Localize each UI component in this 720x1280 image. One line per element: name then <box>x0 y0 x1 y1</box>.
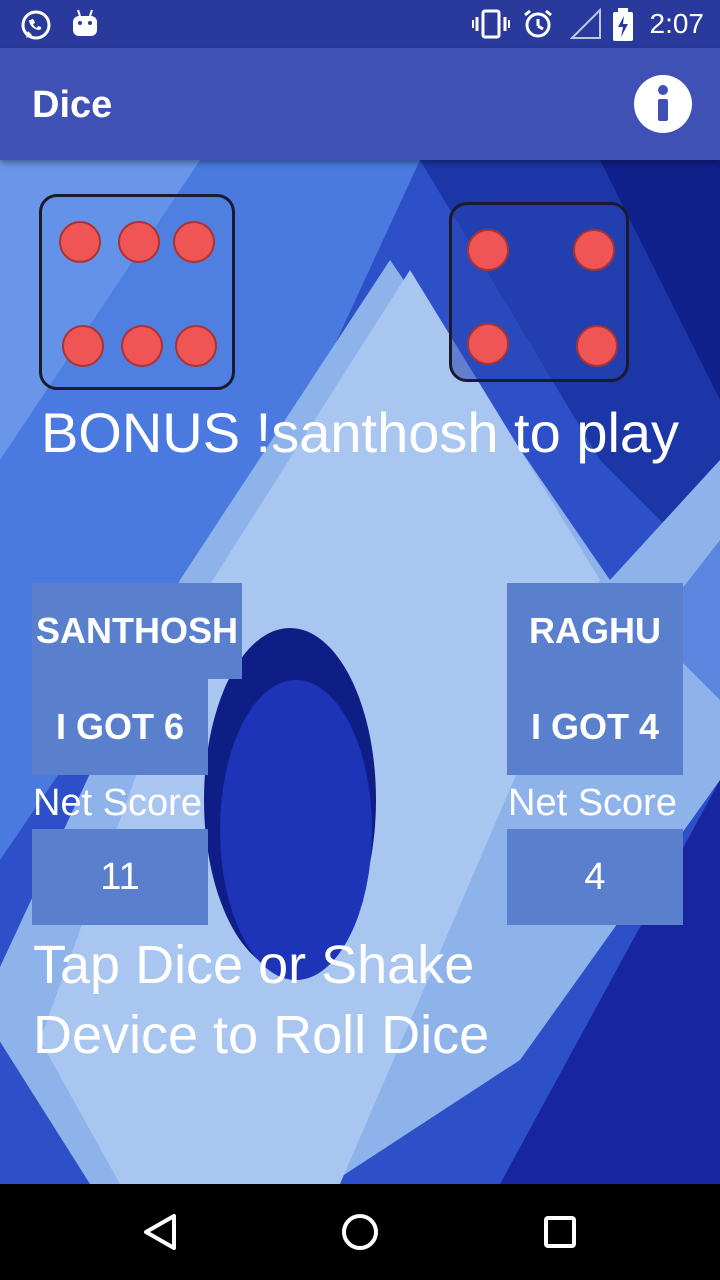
player-1-net-score-label: Net Score <box>33 782 202 824</box>
recents-icon[interactable] <box>536 1208 584 1256</box>
home-icon[interactable] <box>336 1208 384 1256</box>
die-pip <box>576 325 618 367</box>
die-pip <box>173 221 215 263</box>
status-time: 2:07 <box>649 8 705 39</box>
battery-charging-icon <box>612 8 634 47</box>
alarm-icon <box>522 8 554 45</box>
app-bar: Dice <box>0 48 720 160</box>
navigation-bar <box>0 1184 720 1280</box>
info-button[interactable] <box>634 75 692 133</box>
player-2-net-score-label: Net Score <box>508 782 677 824</box>
whatsapp-icon <box>18 8 54 49</box>
die-pip <box>573 229 615 271</box>
player-1-net-score: 11 <box>32 829 208 925</box>
player-2-net-score: 4 <box>507 829 683 925</box>
player-2-roll: I GOT 4 <box>507 679 683 775</box>
die-pip <box>175 325 217 367</box>
die-left[interactable] <box>39 194 235 390</box>
game-area: BONUS !santhosh to play SANTHOSH I GOT 6… <box>0 160 720 1184</box>
roll-instructions: Tap Dice or Shake Device to Roll Dice <box>33 935 490 1065</box>
player-1-name: SANTHOSH <box>32 583 242 679</box>
die-pip <box>59 221 101 263</box>
die-pip <box>467 229 509 271</box>
android-icon <box>70 8 100 45</box>
player-2-name: RAGHU <box>507 583 683 679</box>
status-bar: 2:07 <box>0 0 720 48</box>
die-pip <box>467 323 509 365</box>
die-pip <box>118 221 160 263</box>
die-right[interactable] <box>449 202 629 382</box>
die-pip <box>62 325 104 367</box>
back-icon[interactable] <box>136 1208 184 1256</box>
signal-icon <box>569 7 602 45</box>
turn-message: BONUS !santhosh to play <box>40 401 680 464</box>
die-pip <box>121 325 163 367</box>
info-icon <box>658 85 668 121</box>
app-title: Dice <box>32 84 113 126</box>
player-1-roll: I GOT 6 <box>32 679 208 775</box>
vibrate-icon <box>472 8 510 45</box>
